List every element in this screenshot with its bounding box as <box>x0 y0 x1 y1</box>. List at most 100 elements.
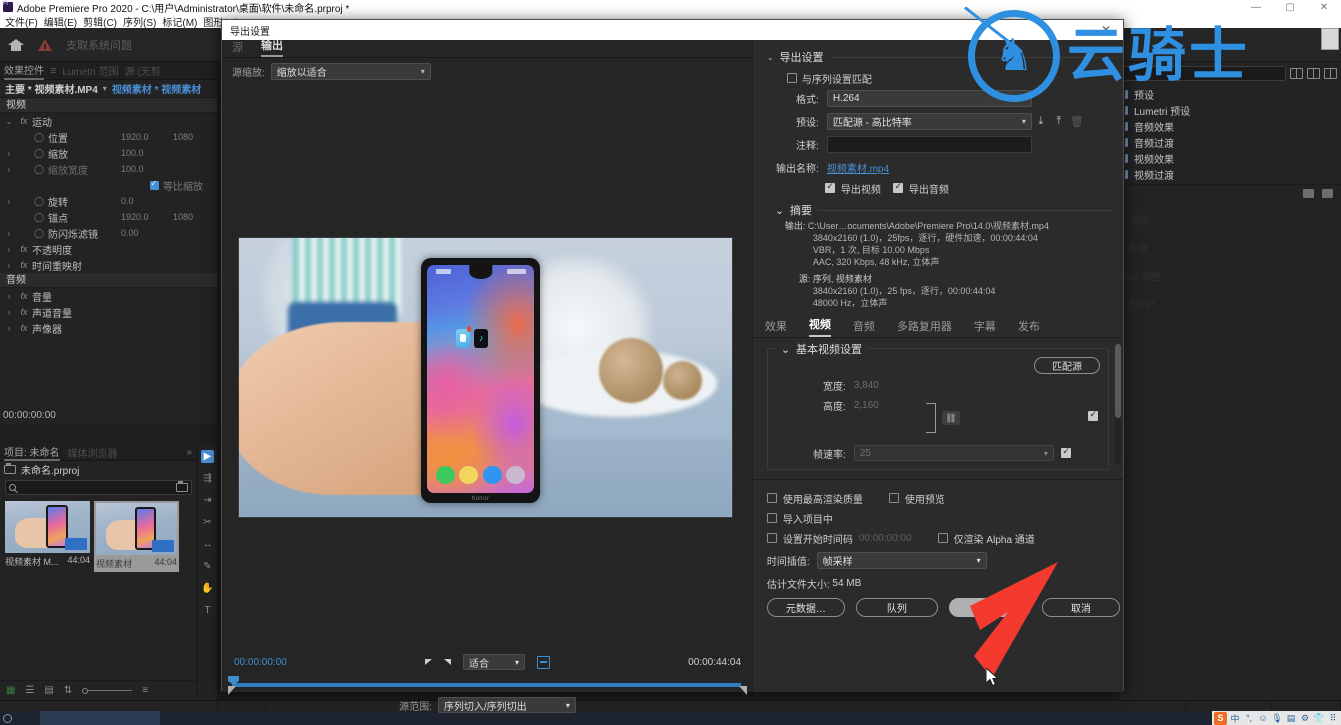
shirt-icon[interactable]: 👕 <box>1313 712 1325 724</box>
track-select-tool-icon[interactable]: ⇶ <box>201 472 214 485</box>
stopwatch-icon[interactable]: ◯ <box>32 228 46 239</box>
group-time-remapping[interactable]: › fx 时间重映射 <box>0 257 217 273</box>
close-button[interactable]: ✕ <box>1307 0 1341 14</box>
cancel-button[interactable]: 取消 <box>1041 598 1120 617</box>
tab-video[interactable]: 视频 <box>808 316 831 337</box>
filter-bin-icon[interactable] <box>176 481 188 492</box>
source-range-select[interactable]: 序列切入/序列切出 ▾ <box>437 697 576 713</box>
out-point-marker[interactable] <box>739 686 747 695</box>
list-item[interactable]: 视频素材 44:04 <box>94 501 179 572</box>
twirl-right-icon[interactable]: › <box>2 165 16 174</box>
group-panner[interactable]: › fx 声像器 <box>0 320 217 336</box>
slip-tool-icon[interactable]: ↔ <box>201 538 214 551</box>
32bit-effects-icon[interactable] <box>1307 67 1320 79</box>
height-value[interactable]: 2,160 <box>854 400 974 411</box>
project-search-box[interactable] <box>5 480 192 495</box>
list-item[interactable]: Lumetri 预设 <box>1119 102 1341 118</box>
summary-group-header[interactable]: ⌄ 摘要 <box>753 198 1123 220</box>
panel-menu-icon[interactable]: ≡ <box>50 65 56 77</box>
delete-icon[interactable] <box>1322 189 1333 198</box>
tab-publish[interactable]: 发布 <box>1018 318 1040 337</box>
stopwatch-icon[interactable]: ◯ <box>32 196 46 207</box>
tab-lumetri-scopes[interactable]: Lumetri 范围 <box>62 63 118 78</box>
match-sequence-row[interactable]: 与序列设置匹配 <box>753 69 1123 87</box>
selection-tool-icon[interactable]: ▶ <box>201 450 214 463</box>
prop-antiflicker[interactable]: › ◯ 防闪烁滤镜 0.00 <box>0 225 217 241</box>
set-start-timecode-checkbox[interactable] <box>766 533 777 543</box>
tab-source[interactable]: 源:(无剪 <box>125 63 161 78</box>
collapsed-panel-graphics[interactable]: <图形 <box>1119 206 1341 234</box>
prop-scale-value[interactable]: 100.0 <box>121 148 173 158</box>
effects-search-input[interactable] <box>1123 65 1286 81</box>
export-button[interactable]: 导出 <box>948 598 1031 617</box>
prop-scale[interactable]: › ◯ 缩放 100.0 <box>0 145 217 161</box>
menu-item-marker[interactable]: 标记(M) <box>159 14 200 29</box>
source-scaling-select[interactable]: 缩放以适合 ▾ <box>270 62 431 80</box>
frame-rate-select[interactable]: 25 ▾ <box>853 445 1054 461</box>
list-item[interactable]: 视频素材 M... 44:04 <box>5 501 90 572</box>
tab-effects[interactable]: 效果 <box>765 318 787 337</box>
twirl-right-icon[interactable]: › <box>2 149 16 158</box>
razor-tool-icon[interactable]: ✂ <box>201 516 214 529</box>
group-volume[interactable]: › fx 音量 <box>0 288 217 304</box>
max-render-quality-checkbox[interactable] <box>766 493 777 503</box>
start-timecode-value[interactable]: 00:00:00:00 <box>859 533 912 544</box>
group-motion[interactable]: ⌄ fx 运动 <box>0 113 217 129</box>
prop-scale-width-value[interactable]: 100.0 <box>121 164 173 174</box>
accelerated-effects-icon[interactable] <box>1290 67 1303 79</box>
export-settings-group-header[interactable]: ⌄ 导出设置 <box>753 40 1123 69</box>
list-item[interactable]: 音频效果 <box>1119 118 1341 134</box>
menu-item-sequence[interactable]: 序列(S) <box>120 14 159 29</box>
tab-effect-controls[interactable]: 效果控件 <box>4 62 44 80</box>
export-frame-icon[interactable] <box>537 655 550 669</box>
scrub-track[interactable] <box>232 683 741 687</box>
ime-chinese-icon[interactable]: 中 <box>1229 712 1241 724</box>
tab-source[interactable]: 源 <box>232 39 243 57</box>
basic-video-settings-header[interactable]: ⌄ 基本视频设置 <box>775 341 868 357</box>
format-select[interactable]: H.264 ▾ <box>826 90 1032 107</box>
playhead-timecode[interactable]: 00:00:00:00 <box>234 657 287 668</box>
tab-project[interactable]: 项目: 未命名 <box>4 444 60 461</box>
ime-punct-icon[interactable]: °, <box>1243 712 1255 724</box>
smiley-icon[interactable]: ☺ <box>1257 712 1269 724</box>
tab-audio[interactable]: 音频 <box>853 318 875 337</box>
twirl-right-icon[interactable]: › <box>2 261 16 270</box>
prop-position[interactable]: ◯ 位置 1920.0 1080 <box>0 129 217 145</box>
ycbcr-effects-icon[interactable] <box>1324 67 1337 79</box>
group-channel-volume[interactable]: › fx 声道音量 <box>0 304 217 320</box>
save-preset-icon[interactable]: ⤓ <box>1032 113 1050 130</box>
list-view-icon[interactable]: ☰ <box>25 685 34 696</box>
set-out-point-icon[interactable] <box>444 659 451 665</box>
queue-button[interactable]: 队列 <box>855 598 938 617</box>
dimensions-checkbox[interactable] <box>1088 409 1098 421</box>
hand-tool-icon[interactable]: ✋ <box>201 582 214 595</box>
prop-scale-width[interactable]: › ◯ 缩放宽度 100.0 <box>0 161 217 177</box>
zoom-slider-track[interactable] <box>88 690 133 691</box>
twirl-down-icon[interactable]: ⌄ <box>775 204 784 217</box>
list-item[interactable]: 音频过渡 <box>1119 134 1341 150</box>
prop-uniform-scale[interactable]: 等比缩放 <box>0 177 217 193</box>
match-sequence-checkbox[interactable] <box>786 73 797 83</box>
prop-anchor-x[interactable]: 1920.0 <box>121 212 173 222</box>
prop-position-x[interactable]: 1920.0 <box>121 132 173 142</box>
menu-item-file[interactable]: 文件(F) <box>2 14 41 29</box>
new-bin-icon[interactable] <box>1303 189 1314 198</box>
type-tool-icon[interactable]: T <box>201 604 214 617</box>
match-source-button[interactable]: 匹配源 <box>1034 357 1100 374</box>
twirl-right-icon[interactable]: › <box>2 308 16 317</box>
maximize-button[interactable]: ▢ <box>1273 0 1307 14</box>
chevron-down-icon[interactable]: ▾ <box>103 84 107 93</box>
frame-rate-checkbox[interactable] <box>1060 446 1071 458</box>
tab-media-browser[interactable]: 媒体浏览器 <box>68 445 118 460</box>
stopwatch-icon[interactable]: ◯ <box>32 164 46 175</box>
icon-view-icon[interactable]: ▤ <box>44 685 53 696</box>
list-item[interactable]: 预设 <box>1119 86 1341 102</box>
scrollbar-thumb[interactable] <box>1115 344 1121 418</box>
collapsed-panel-lumetri-color[interactable]: etri 颜色 <box>1119 262 1341 290</box>
zoom-slider[interactable] <box>82 687 133 694</box>
tab-captions[interactable]: 字幕 <box>974 318 996 337</box>
prop-anchor-point[interactable]: ◯ 锚点 1920.0 1080 <box>0 209 217 225</box>
grid-icon[interactable]: ⠿ <box>1327 712 1339 724</box>
scrub-bar[interactable] <box>222 674 753 695</box>
ripple-edit-tool-icon[interactable]: ⇥ <box>201 494 214 507</box>
